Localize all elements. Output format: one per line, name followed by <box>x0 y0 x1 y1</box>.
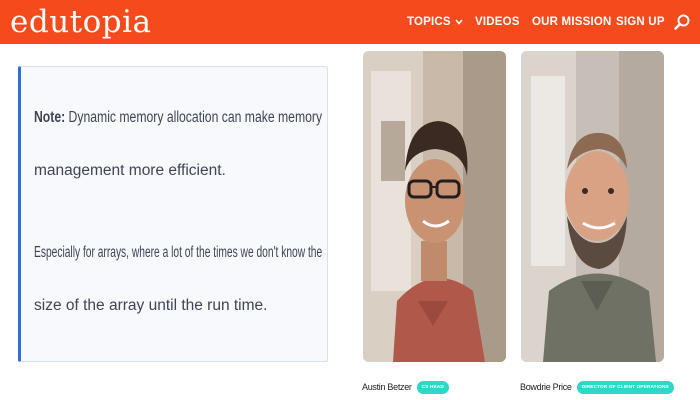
role-badge: CS HEAD <box>416 380 449 394</box>
nav-sign-up[interactable]: SIGN UP <box>616 0 665 44</box>
role-badge: DIRECTOR OF CLIENT OPERATIONS <box>576 380 674 394</box>
note-line-4: size of the array until the run time. <box>34 297 268 314</box>
person-name: Bowdrie Price <box>520 382 572 392</box>
person-name: Austin Betzer <box>362 382 412 392</box>
person-caption-bowdrie: Bowdrie Price DIRECTOR OF CLIENT OPERATI… <box>520 378 674 396</box>
nav-our-mission-label: OUR MISSION <box>532 16 612 28</box>
note-bold-label: Note: <box>34 109 66 126</box>
person-caption-austin: Austin Betzer CS HEAD <box>362 378 449 396</box>
nav-sign-up-label: SIGN UP <box>616 16 665 28</box>
chevron-down-icon <box>455 19 463 25</box>
search-icon[interactable] <box>673 13 691 31</box>
nav-videos-label: VIDEOS <box>475 16 520 28</box>
note-callout-card: Note: Dynamic memory allocation can make… <box>18 66 328 362</box>
note-line-3: Especially for arrays, where a lot of th… <box>34 244 323 261</box>
nav-topics[interactable]: TOPICS <box>407 0 463 44</box>
nav-topics-label: TOPICS <box>407 16 451 28</box>
note-line-2: management more efficient. <box>34 162 226 179</box>
top-navigation-bar: edutopia TOPICS VIDEOS OUR MISSION SIGN … <box>0 0 700 44</box>
person-photo-bowdrie <box>521 51 664 362</box>
edutopia-logo[interactable]: edutopia <box>10 3 152 41</box>
note-line-1-text: Dynamic memory allocation can make memor… <box>65 109 323 126</box>
note-line-1: Note: Dynamic memory allocation can make… <box>34 109 322 127</box>
nav-videos[interactable]: VIDEOS <box>475 0 520 44</box>
person-photo-austin <box>363 51 506 362</box>
nav-our-mission[interactable]: OUR MISSION <box>532 0 612 44</box>
